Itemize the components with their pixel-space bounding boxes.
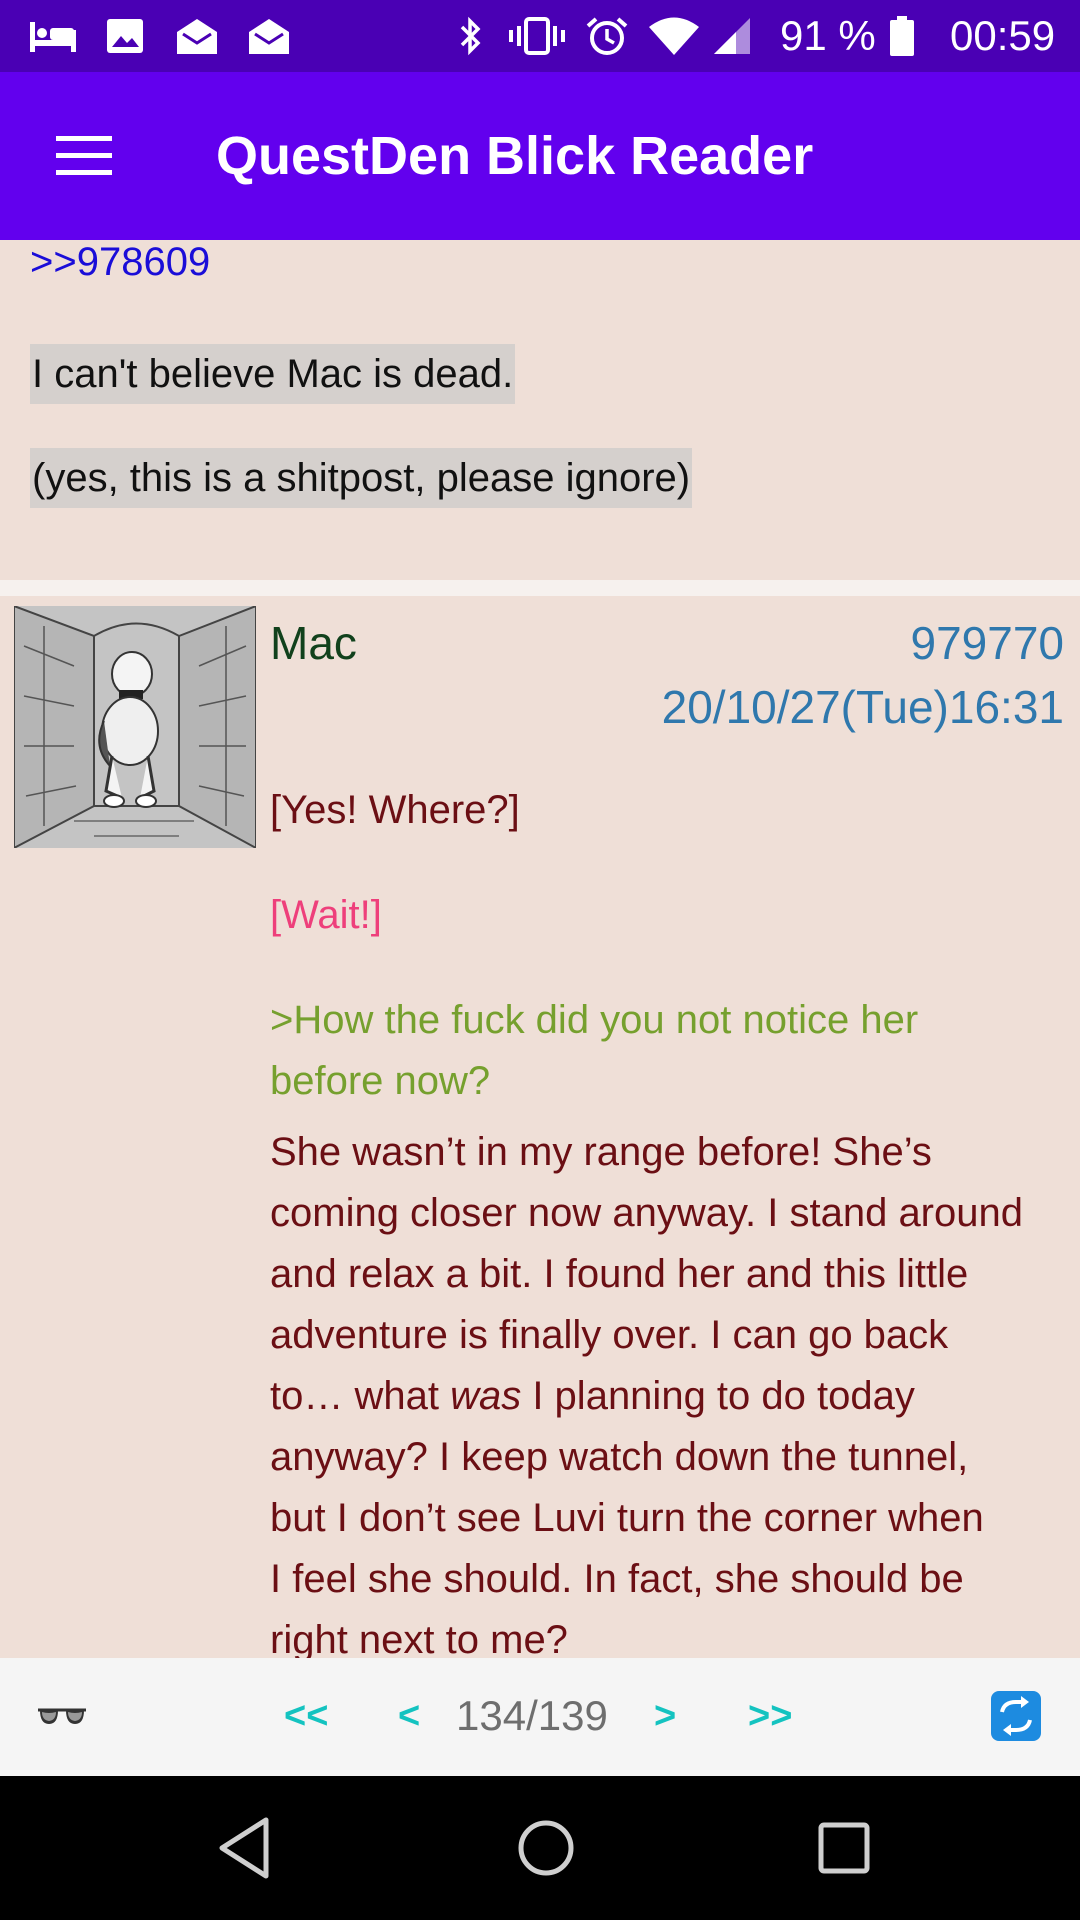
- text-segment: to… what: [270, 1374, 451, 1418]
- refresh-icon[interactable]: [990, 1690, 1042, 1742]
- tunnel-illustration-image: [14, 606, 256, 848]
- home-icon[interactable]: [508, 1810, 584, 1886]
- app-title: QuestDen Blick Reader: [216, 126, 814, 186]
- bed-icon: [30, 22, 76, 52]
- vibrate-icon: [509, 17, 565, 55]
- battery-icon: [890, 16, 914, 56]
- mail-open-icon: [177, 19, 217, 54]
- post-date: 20/10/27(Tue)16:31: [661, 681, 1064, 733]
- menu-button[interactable]: [40, 116, 128, 196]
- app-bar: QuestDen Blick Reader: [0, 72, 1080, 240]
- spoiler-text[interactable]: I can't believe Mac is dead.: [30, 344, 516, 404]
- image-icon: [107, 19, 143, 53]
- hamburger-icon-line: [56, 153, 112, 158]
- thread-content[interactable]: >>978609 I can't believe Mac is dead. (y…: [0, 240, 1080, 1658]
- next-page-button[interactable]: >: [654, 1688, 676, 1744]
- first-page-button[interactable]: <<: [284, 1688, 328, 1744]
- hamburger-icon-line: [56, 136, 112, 141]
- text-segment: I planning to do today: [521, 1374, 915, 1418]
- post-text-line: adventure is finally over. I can go back: [270, 1313, 949, 1357]
- post: Mac 979770 20/10/27(Tue)16:31 [Yes! Wher…: [0, 596, 1080, 1658]
- spoiler-text[interactable]: (yes, this is a shitpost, please ignore): [30, 448, 693, 508]
- post-text-line: right next to me?: [270, 1618, 568, 1658]
- quote-line: before now?: [270, 1059, 491, 1103]
- post-line-pink: [Wait!]: [270, 893, 382, 937]
- poster-name: Mac: [270, 617, 357, 669]
- wifi-icon: [649, 17, 699, 55]
- bluetooth-icon: [460, 16, 481, 56]
- reply-link[interactable]: >>978609: [30, 240, 210, 284]
- quote-line: >How the fuck did you not notice her: [270, 998, 919, 1042]
- post-line: [Yes! Where?]: [270, 788, 520, 832]
- post-text-line: I feel she should. In fact, she should b…: [270, 1557, 964, 1601]
- back-icon[interactable]: [208, 1810, 284, 1886]
- status-bar: 91 % 00:59: [0, 0, 1080, 72]
- glasses-icon[interactable]: [36, 1698, 88, 1734]
- post-text-line: anyway? I keep watch down the tunnel,: [270, 1435, 969, 1479]
- post-thumbnail[interactable]: [14, 606, 256, 848]
- signal-icon: [714, 18, 750, 54]
- previous-post: >>978609 I can't believe Mac is dead. (y…: [0, 240, 1080, 580]
- system-navigation-bar: [0, 1776, 1080, 1920]
- mail-open-icon: [249, 19, 289, 54]
- hamburger-icon-line: [56, 170, 112, 175]
- post-text-line: coming closer now anyway. I stand around: [270, 1191, 1023, 1235]
- prev-page-button[interactable]: <: [398, 1688, 420, 1744]
- alarm-icon: [586, 17, 628, 55]
- last-page-button[interactable]: >>: [748, 1688, 792, 1744]
- post-text-line: and relax a bit. I found her and this li…: [270, 1252, 969, 1296]
- page-indicator: 134/139: [456, 1692, 608, 1739]
- page-navigation: << < 134/139 > >>: [0, 1658, 1080, 1776]
- post-text-line: but I don’t see Luvi turn the corner whe…: [270, 1496, 984, 1540]
- battery-percent: 91 %: [780, 12, 876, 59]
- post-text-line: to… what was I planning to do today: [270, 1366, 1070, 1427]
- recents-icon[interactable]: [806, 1810, 882, 1886]
- post-text-line: She wasn’t in my range before! She’s: [270, 1130, 932, 1174]
- post-number[interactable]: 979770: [911, 616, 1065, 670]
- clock: 00:59: [950, 12, 1056, 59]
- post-divider: [0, 580, 1080, 596]
- post-body: [Yes! Where?] [Wait!] >How the fuck did …: [270, 780, 1070, 1658]
- italic-text: was: [450, 1374, 522, 1418]
